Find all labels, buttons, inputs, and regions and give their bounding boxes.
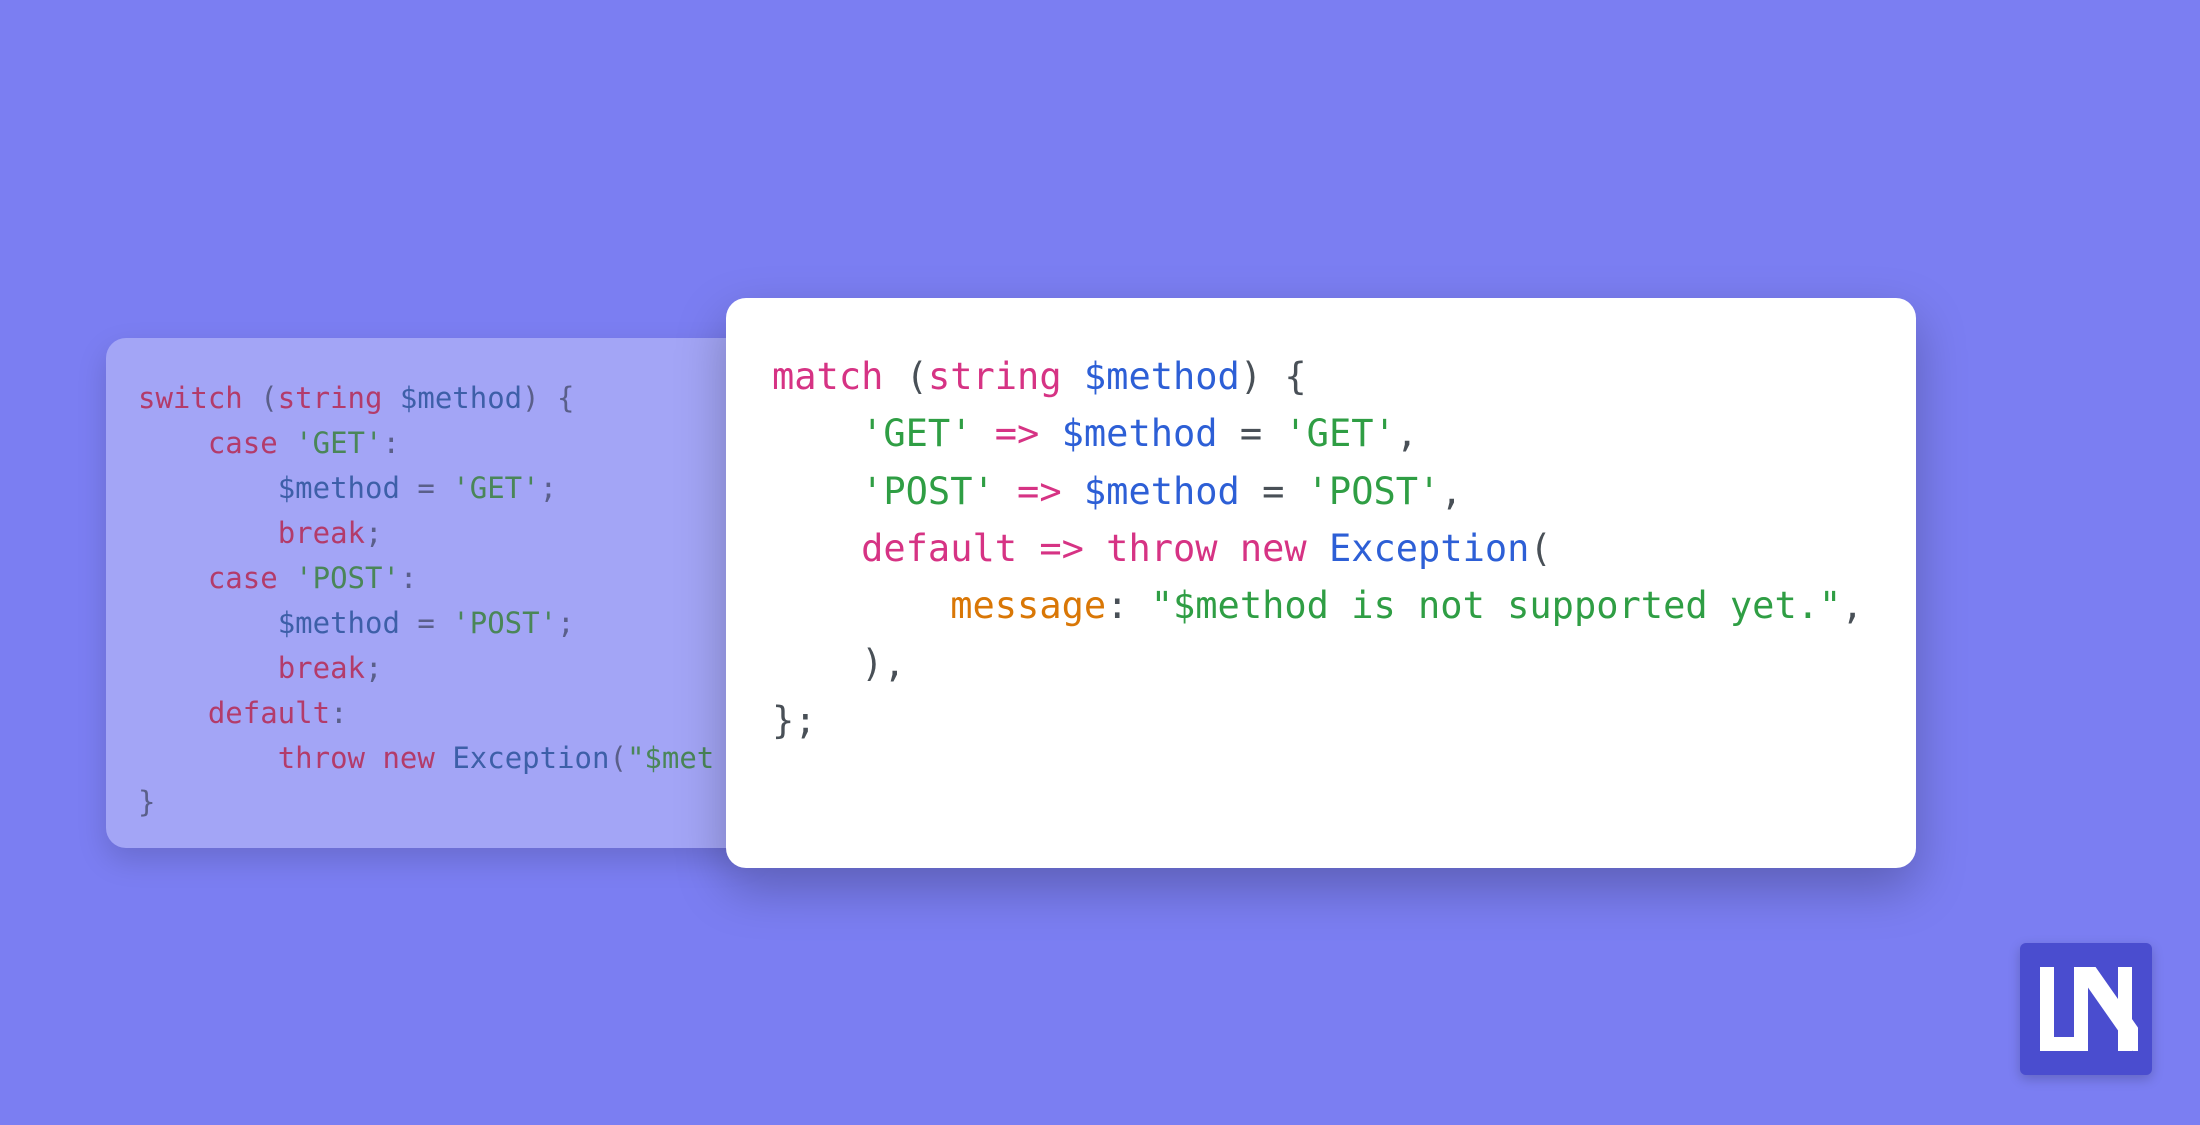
code-token: 'POST' bbox=[295, 561, 400, 595]
code-token: new bbox=[1240, 527, 1307, 570]
code-token: string bbox=[278, 381, 383, 415]
code-token bbox=[138, 606, 278, 640]
code-token: match bbox=[772, 355, 883, 398]
code-token: ( bbox=[243, 381, 278, 415]
code-panel-match: match (string $method) { 'GET' => $metho… bbox=[726, 298, 1916, 868]
code-token bbox=[772, 527, 861, 570]
code-token bbox=[772, 584, 950, 627]
code-token bbox=[435, 741, 452, 775]
code-token bbox=[138, 426, 208, 460]
code-token: ; bbox=[365, 651, 382, 685]
code-token: => bbox=[995, 412, 1040, 455]
code-token bbox=[1017, 527, 1039, 570]
code-token: ( bbox=[1529, 527, 1551, 570]
code-token: ; bbox=[540, 471, 557, 505]
code-token: $method bbox=[400, 381, 522, 415]
code-token: break bbox=[278, 651, 365, 685]
code-token: = bbox=[400, 606, 452, 640]
code-token: case bbox=[208, 561, 278, 595]
code-token: ) { bbox=[1240, 355, 1307, 398]
code-token: : bbox=[400, 561, 417, 595]
code-token: 'GET' bbox=[452, 471, 539, 505]
code-token: case bbox=[208, 426, 278, 460]
code-token bbox=[138, 741, 278, 775]
code-token bbox=[138, 471, 278, 505]
code-token: $method bbox=[1084, 355, 1240, 398]
code-token bbox=[1084, 527, 1106, 570]
brand-logo bbox=[2020, 943, 2152, 1075]
code-token: default bbox=[861, 527, 1017, 570]
code-token: ( bbox=[883, 355, 928, 398]
code-token bbox=[973, 412, 995, 455]
code-token: ( bbox=[609, 741, 626, 775]
code-token: ) { bbox=[522, 381, 574, 415]
code-panel-switch: switch (string $method) { case 'GET': $m… bbox=[106, 338, 756, 848]
main-container: switch (string $method) { case 'GET': $m… bbox=[0, 0, 2200, 1125]
code-token bbox=[1062, 355, 1084, 398]
code-token: } bbox=[138, 785, 155, 819]
code-token: ), bbox=[772, 642, 906, 685]
code-token: , bbox=[1396, 412, 1418, 455]
logo-icon bbox=[2036, 959, 2136, 1059]
code-token: $method bbox=[278, 471, 400, 505]
code-token: : bbox=[1106, 584, 1151, 627]
code-token bbox=[138, 561, 208, 595]
code-token bbox=[1218, 527, 1240, 570]
code-token bbox=[1039, 412, 1061, 455]
code-token bbox=[382, 381, 399, 415]
code-token: $method bbox=[1084, 470, 1240, 513]
code-token: }; bbox=[772, 699, 817, 742]
code-token bbox=[138, 696, 208, 730]
code-token bbox=[365, 741, 382, 775]
code-block-right: match (string $method) { 'GET' => $metho… bbox=[772, 348, 1870, 749]
code-token: = bbox=[1240, 470, 1307, 513]
code-token bbox=[995, 470, 1017, 513]
code-token bbox=[138, 516, 278, 550]
code-token: throw bbox=[1106, 527, 1217, 570]
code-token: 'GET' bbox=[295, 426, 382, 460]
code-token: 'POST' bbox=[452, 606, 557, 640]
code-token: string bbox=[928, 355, 1062, 398]
code-token: => bbox=[1017, 470, 1062, 513]
code-token: = bbox=[400, 471, 452, 505]
code-token: break bbox=[278, 516, 365, 550]
code-token: = bbox=[1218, 412, 1285, 455]
code-token: 'GET' bbox=[1284, 412, 1395, 455]
code-token: Exception bbox=[452, 741, 609, 775]
code-token: message bbox=[950, 584, 1106, 627]
code-token: , bbox=[1841, 584, 1863, 627]
code-token: : bbox=[382, 426, 399, 460]
code-token bbox=[772, 470, 861, 513]
code-token: 'POST' bbox=[1307, 470, 1441, 513]
code-token bbox=[278, 426, 295, 460]
code-token: , bbox=[1440, 470, 1462, 513]
code-token: Exception bbox=[1329, 527, 1529, 570]
code-token bbox=[772, 412, 861, 455]
code-token bbox=[1307, 527, 1329, 570]
code-token: ; bbox=[557, 606, 574, 640]
code-token: $method bbox=[278, 606, 400, 640]
code-token bbox=[1062, 470, 1084, 513]
code-token: "$met bbox=[627, 741, 714, 775]
code-token: default bbox=[208, 696, 330, 730]
code-token: "$method is not supported yet." bbox=[1151, 584, 1842, 627]
code-token: ; bbox=[365, 516, 382, 550]
code-token: : bbox=[330, 696, 347, 730]
code-token: $method bbox=[1062, 412, 1218, 455]
code-token bbox=[278, 561, 295, 595]
code-token: => bbox=[1039, 527, 1084, 570]
code-token: 'POST' bbox=[861, 470, 995, 513]
code-token: switch bbox=[138, 381, 243, 415]
code-token: new bbox=[382, 741, 434, 775]
code-token: throw bbox=[278, 741, 365, 775]
code-token: 'GET' bbox=[861, 412, 972, 455]
code-block-left: switch (string $method) { case 'GET': $m… bbox=[138, 376, 724, 825]
code-token bbox=[138, 651, 278, 685]
